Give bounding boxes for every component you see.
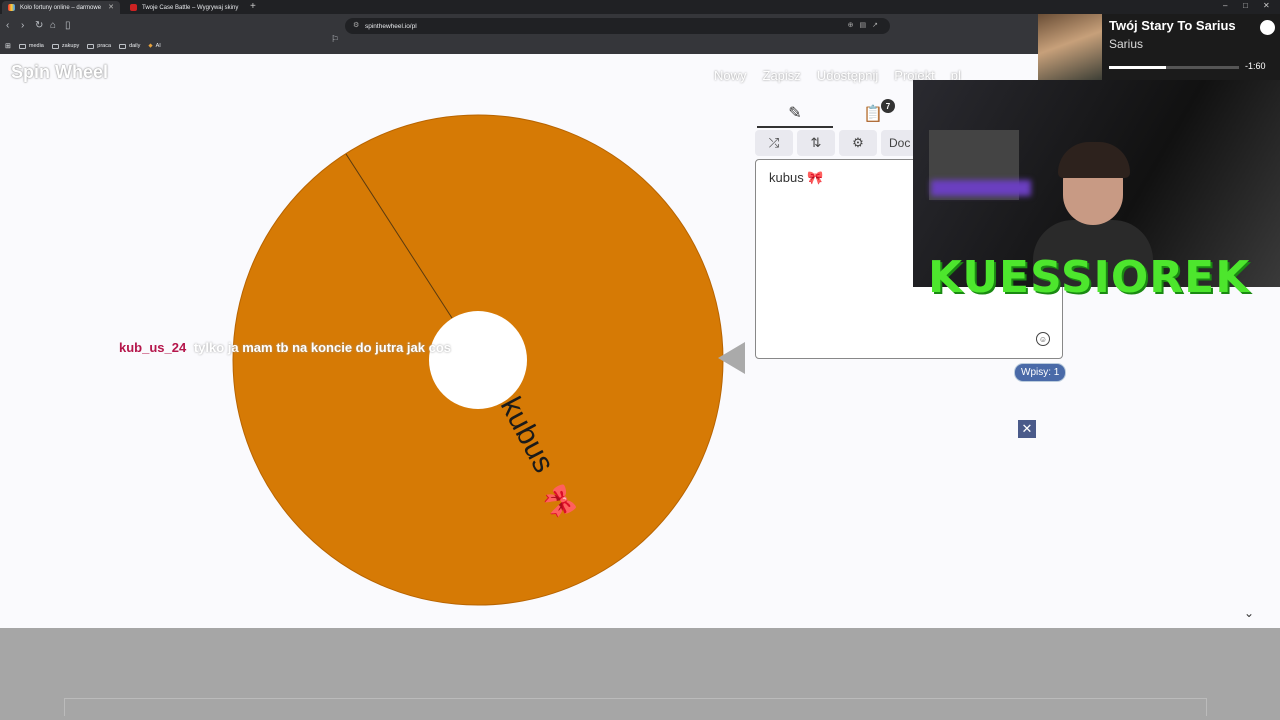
site-favicon-icon: [8, 4, 15, 11]
bookmark-label: AI: [155, 43, 161, 49]
emoji-icon[interactable]: ☺: [1036, 332, 1050, 346]
clipboard-icon: 📋: [863, 106, 883, 123]
folder-icon: [119, 43, 127, 49]
track-artist: Sarius: [1109, 37, 1144, 51]
chevron-down-icon[interactable]: ⌄: [1244, 606, 1254, 620]
wheel-svg[interactable]: kubus 🎀: [232, 114, 724, 606]
tab-results[interactable]: 📋: [835, 100, 911, 128]
folder-icon: [87, 43, 95, 49]
tab-spin-wheel[interactable]: Koło fortuny online – darmowe ✕: [2, 1, 120, 14]
now-playing-widget: Twój Stary To Sarius Sarius -1:60: [1038, 14, 1280, 80]
doc-label: Doc: [889, 136, 911, 150]
site-logo[interactable]: Spin Wheel: [11, 62, 108, 83]
bookmark-label: praca: [97, 43, 112, 49]
site-info-icon[interactable]: ⚙: [353, 21, 359, 29]
sort-icon: ⇅: [810, 135, 822, 150]
webcam-person-hair: [1058, 142, 1130, 178]
bookmark-ai[interactable]: ◆ AI: [148, 43, 160, 49]
nav-save[interactable]: Zapisz: [763, 68, 801, 83]
chat-overlay: kub_us_24 tylko ja mam tb na koncie do j…: [119, 340, 451, 355]
album-art: [1038, 14, 1102, 80]
bookmark-label: media: [28, 43, 44, 49]
tab-edit[interactable]: ✎: [757, 100, 833, 128]
webcam-light: [931, 180, 1031, 196]
shuffle-icon: ⤮: [768, 135, 780, 150]
nav-share[interactable]: Udostępnij: [817, 68, 878, 83]
track-progress-fill: [1109, 66, 1167, 69]
tab-title: Twoje Case Battle – Wygrywaj skiny: [142, 4, 239, 11]
ai-icon: ◆: [148, 43, 153, 49]
bookmark-label: zakupy: [61, 43, 80, 49]
browser-tabbar: Koło fortuny online – darmowe ✕ Twoje Ca…: [0, 0, 1280, 14]
entries-count-badge: Wpisy: 1: [1014, 363, 1067, 382]
chat-username: kub_us_24: [119, 340, 187, 355]
minimize-icon[interactable]: –: [1223, 1, 1227, 10]
forward-icon[interactable]: ›: [21, 20, 24, 31]
track-progress: [1109, 66, 1239, 69]
sidebar-icon[interactable]: ▯: [65, 20, 71, 31]
nav-new[interactable]: Nowy: [714, 68, 747, 83]
url-text: spinthewheel.io/pl: [365, 22, 417, 30]
sort-button[interactable]: ⇅: [797, 130, 835, 156]
bottom-bar: [64, 698, 1207, 716]
close-tab-icon[interactable]: ✕: [108, 3, 114, 11]
wheel-hub[interactable]: [429, 311, 527, 409]
tab-title: Koło fortuny online – darmowe: [20, 4, 102, 11]
bookmark-daily[interactable]: daily: [119, 43, 140, 49]
folder-icon: [51, 43, 59, 49]
folder-icon: [18, 43, 26, 49]
shuffle-button[interactable]: ⤮: [755, 130, 793, 156]
close-window-icon[interactable]: ✕: [1263, 1, 1270, 10]
apps-icon[interactable]: ⊞: [5, 42, 11, 50]
new-tab-icon[interactable]: +: [250, 1, 256, 12]
settings-button[interactable]: ⚙: [839, 130, 877, 156]
track-time: -1:60: [1245, 61, 1266, 71]
bookmark-label: daily: [129, 43, 141, 49]
bookmark-praca[interactable]: praca: [87, 43, 111, 49]
reload-icon[interactable]: ↻: [35, 20, 43, 31]
tab-case-battle[interactable]: Twoje Case Battle – Wygrywaj skiny: [124, 1, 246, 14]
bookmarks-bar: ⊞ media zakupy praca daily ◆ AI: [0, 40, 161, 52]
pencil-icon: ✎: [788, 105, 802, 122]
bookmark-icon[interactable]: ⚐: [331, 34, 339, 45]
site-favicon-icon: [130, 4, 137, 11]
spin-wheel[interactable]: kubus 🎀: [232, 114, 724, 606]
maximize-icon[interactable]: □: [1243, 1, 1248, 10]
bottom-area: [0, 628, 1280, 720]
entry-line: kubus 🎀: [769, 170, 824, 185]
url-actions-icon[interactable]: ⊕▤↗: [848, 21, 884, 29]
close-icon[interactable]: ✕: [1018, 420, 1036, 438]
wheel-pointer: [718, 342, 745, 374]
streamer-name-overlay: KUESSIOREK: [928, 252, 1251, 303]
address-bar[interactable]: ⚙ spinthewheel.io/pl ⊕▤↗: [345, 18, 890, 34]
home-icon[interactable]: ⌂: [50, 20, 56, 31]
bookmark-zakupy[interactable]: zakupy: [51, 43, 80, 49]
results-count-badge: 7: [881, 99, 895, 113]
spotify-icon: [1260, 20, 1275, 35]
bookmark-media[interactable]: media: [18, 43, 44, 49]
back-icon[interactable]: ‹: [6, 20, 9, 31]
gear-icon: ⚙: [852, 135, 864, 150]
chat-message: tylko ja mam tb na koncie do jutra jak c…: [193, 340, 452, 355]
track-title: Twój Stary To Sarius: [1109, 18, 1236, 33]
